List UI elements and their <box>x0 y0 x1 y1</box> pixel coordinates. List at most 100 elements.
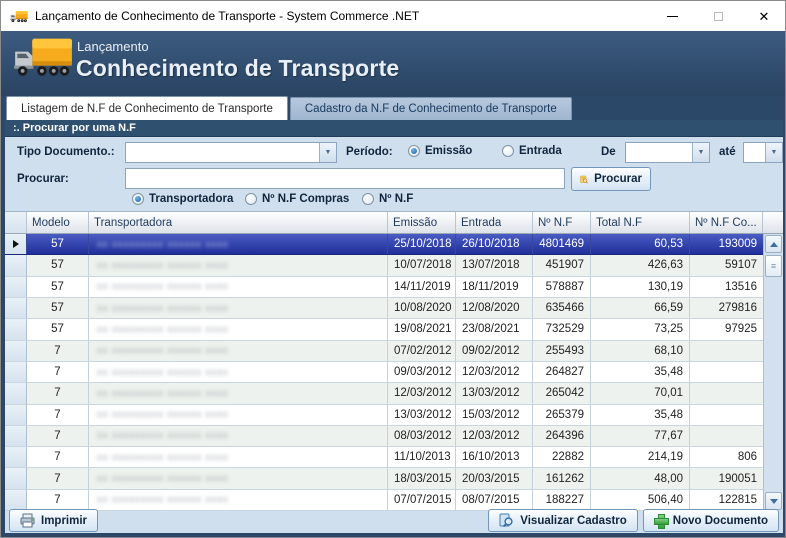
cell-nf[interactable]: 255493 <box>533 340 591 361</box>
cell-entrada[interactable]: 12/03/2012 <box>456 361 533 383</box>
radio-nf[interactable]: Nº N.F <box>362 193 413 205</box>
cell-nf-compras[interactable] <box>690 426 763 446</box>
table-row[interactable]: 7 xx xxxxxxxxx xxxxxx xxxx 12/03/2012 13… <box>5 383 763 405</box>
cell-emissao[interactable]: 11/10/2013 <box>388 447 456 468</box>
cell-total[interactable]: 506,40 <box>591 489 690 511</box>
cell-total[interactable]: 48,00 <box>591 468 690 489</box>
cell-nf[interactable]: 264396 <box>533 425 591 447</box>
row-selector-cell[interactable] <box>5 383 27 404</box>
minimize-button[interactable] <box>649 1 695 31</box>
scroll-down-button[interactable] <box>765 492 782 510</box>
cell-total[interactable]: 426,63 <box>591 255 690 276</box>
table-row[interactable]: 7 xx xxxxxxxxx xxxxxx xxxx 11/10/2013 16… <box>5 447 763 469</box>
cell-transportadora[interactable]: xx xxxxxxxxx xxxxxx xxxx <box>89 297 388 319</box>
cell-entrada[interactable]: 16/10/2013 <box>456 447 533 468</box>
table-row[interactable]: 57 xx xxxxxxxxx xxxxxx xxxx 19/08/2021 2… <box>5 319 763 341</box>
maximize-button[interactable] <box>695 1 741 31</box>
radio-emissao[interactable]: Emissão <box>408 145 472 157</box>
table-row[interactable]: 7 xx xxxxxxxxx xxxxxx xxxx 07/07/2015 08… <box>5 489 763 512</box>
novo-documento-button[interactable]: Novo Documento <box>642 509 779 532</box>
table-row[interactable]: 57 xx xxxxxxxxx xxxxxx xxxx 10/07/2018 1… <box>5 255 763 277</box>
cell-nf[interactable]: 4801469 <box>533 234 591 255</box>
title-bar[interactable]: Lançamento de Conhecimento de Transporte… <box>1 1 785 31</box>
row-selector-cell[interactable] <box>5 425 27 447</box>
cell-total[interactable]: 130,19 <box>591 276 690 297</box>
cell-emissao[interactable]: 12/03/2012 <box>388 383 456 404</box>
cell-nf-compras[interactable]: 190051 <box>690 468 763 488</box>
cell-total[interactable]: 73,25 <box>591 319 690 340</box>
cell-transportadora[interactable]: xx xxxxxxxxx xxxxxx xxxx <box>89 276 388 297</box>
cell-nf[interactable]: 451907 <box>533 255 591 276</box>
cell-entrada[interactable]: 15/03/2012 <box>456 404 533 425</box>
cell-total[interactable]: 68,10 <box>591 340 690 361</box>
cell-emissao[interactable]: 09/03/2012 <box>388 361 456 383</box>
cell-entrada[interactable]: 12/08/2020 <box>456 297 533 319</box>
cell-transportadora[interactable]: xx xxxxxxxxx xxxxxx xxxx <box>89 234 388 255</box>
tab-cadastro[interactable]: Cadastro da N.F de Conhecimento de Trans… <box>289 97 572 120</box>
search-input[interactable] <box>125 168 565 189</box>
cell-total[interactable]: 70,01 <box>591 383 690 404</box>
cell-modelo[interactable]: 57 <box>27 297 89 319</box>
cell-transportadora[interactable]: xx xxxxxxxxx xxxxxx xxxx <box>89 340 388 361</box>
cell-entrada[interactable]: 26/10/2018 <box>456 234 533 255</box>
row-selector-cell[interactable] <box>5 255 27 276</box>
row-selector-cell[interactable] <box>5 447 27 468</box>
table-row[interactable]: 7 xx xxxxxxxxx xxxxxx xxxx 09/03/2012 12… <box>5 361 763 384</box>
cell-nf-compras[interactable]: 13516 <box>690 277 763 297</box>
cell-entrada[interactable]: 08/07/2015 <box>456 489 533 511</box>
cell-modelo[interactable]: 7 <box>27 361 89 383</box>
row-selector-cell[interactable] <box>5 340 27 361</box>
cell-nf[interactable]: 265379 <box>533 404 591 425</box>
cell-modelo[interactable]: 57 <box>27 319 89 340</box>
cell-modelo[interactable]: 57 <box>27 234 89 255</box>
table-row[interactable]: 57 xx xxxxxxxxx xxxxxx xxxx 14/11/2019 1… <box>5 276 763 298</box>
row-selector-cell[interactable] <box>5 468 27 489</box>
column-header-transportadora[interactable]: Transportadora <box>89 212 388 233</box>
cell-nf-compras[interactable] <box>690 405 763 425</box>
table-row[interactable]: 57 xx xxxxxxxxx xxxxxx xxxx 25/10/2018 2… <box>5 234 763 256</box>
cell-emissao[interactable]: 07/02/2012 <box>388 340 456 361</box>
scrollbar-thumb[interactable]: ≡ <box>765 255 782 277</box>
imprimir-button[interactable]: Imprimir <box>9 509 99 532</box>
cell-entrada[interactable]: 13/07/2018 <box>456 255 533 276</box>
cell-modelo[interactable]: 7 <box>27 447 89 468</box>
cell-total[interactable]: 66,59 <box>591 297 690 319</box>
cell-modelo[interactable]: 7 <box>27 468 89 489</box>
table-row[interactable]: 7 xx xxxxxxxxx xxxxxx xxxx 18/03/2015 20… <box>5 468 763 490</box>
tab-listagem[interactable]: Listagem de N.F de Conhecimento de Trans… <box>6 96 288 120</box>
tipo-documento-combo[interactable]: ▼ <box>125 142 337 163</box>
cell-transportadora[interactable]: xx xxxxxxxxx xxxxxx xxxx <box>89 319 388 340</box>
cell-entrada[interactable]: 13/03/2012 <box>456 383 533 404</box>
cell-total[interactable]: 35,48 <box>591 404 690 425</box>
column-header-emissao[interactable]: Emissão <box>388 212 456 233</box>
cell-emissao[interactable]: 18/03/2015 <box>388 468 456 489</box>
cell-transportadora[interactable]: xx xxxxxxxxx xxxxxx xxxx <box>89 468 388 489</box>
cell-nf-compras[interactable]: 806 <box>690 447 763 467</box>
cell-nf[interactable]: 161262 <box>533 468 591 489</box>
column-header-total[interactable]: Total N.F <box>591 212 690 233</box>
cell-total[interactable]: 60,53 <box>591 234 690 255</box>
cell-modelo[interactable]: 7 <box>27 383 89 404</box>
cell-nf[interactable]: 265042 <box>533 383 591 404</box>
cell-total[interactable]: 214,19 <box>591 447 690 468</box>
cell-modelo[interactable]: 7 <box>27 425 89 447</box>
cell-emissao[interactable]: 19/08/2021 <box>388 319 456 340</box>
cell-transportadora[interactable]: xx xxxxxxxxx xxxxxx xxxx <box>89 361 388 383</box>
column-header-nf-compras[interactable]: Nº N.F Co... <box>690 212 763 233</box>
cell-modelo[interactable]: 7 <box>27 340 89 361</box>
cell-nf[interactable]: 188227 <box>533 489 591 511</box>
cell-total[interactable]: 77,67 <box>591 425 690 447</box>
column-header-entrada[interactable]: Entrada <box>456 212 533 233</box>
row-selector-cell[interactable] <box>5 276 27 297</box>
cell-emissao[interactable]: 25/10/2018 <box>388 234 456 255</box>
cell-entrada[interactable]: 20/03/2015 <box>456 468 533 489</box>
cell-modelo[interactable]: 7 <box>27 489 89 511</box>
column-header-modelo[interactable]: Modelo <box>27 212 89 233</box>
row-selector-cell[interactable] <box>5 404 27 425</box>
cell-nf[interactable]: 22882 <box>533 447 591 468</box>
table-row[interactable]: 7 xx xxxxxxxxx xxxxxx xxxx 08/03/2012 12… <box>5 425 763 448</box>
table-row[interactable]: 57 xx xxxxxxxxx xxxxxx xxxx 10/08/2020 1… <box>5 297 763 320</box>
cell-nf-compras[interactable]: 122815 <box>690 490 763 510</box>
row-selector-cell[interactable] <box>5 489 27 511</box>
cell-emissao[interactable]: 07/07/2015 <box>388 489 456 511</box>
